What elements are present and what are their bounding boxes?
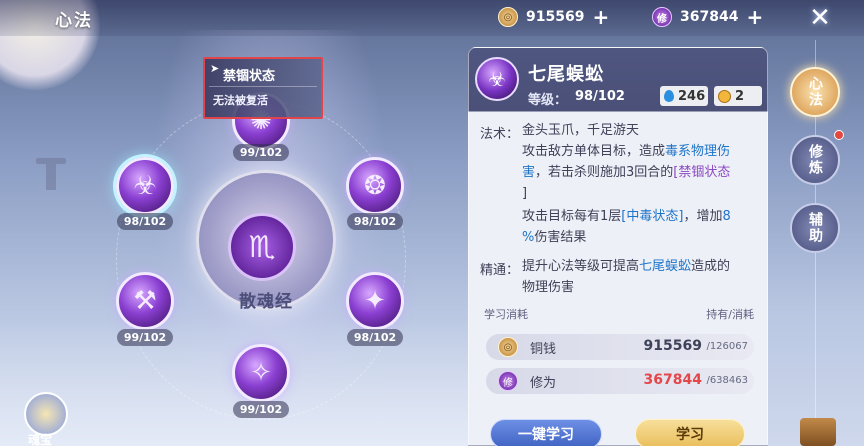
clock-icon bbox=[718, 89, 731, 103]
text-span: 攻击目标每有1层 bbox=[522, 209, 622, 224]
coin-currency: ◎ 915569 + bbox=[498, 6, 609, 28]
demon-icon: ✦ bbox=[364, 286, 386, 316]
fashu-line-3: 害，若击杀则施加3回合的[禁锢状态 bbox=[522, 162, 730, 183]
scroll-icon[interactable] bbox=[800, 418, 836, 446]
skill-node-level: 98/102 bbox=[117, 213, 173, 230]
text-span-highlight: [禁锢状态 bbox=[673, 165, 731, 180]
cost-name: 修为 bbox=[530, 376, 557, 391]
close-button[interactable]: ✕ bbox=[806, 3, 834, 33]
cost-row-coin: ◎ 铜钱 915569 /126067 bbox=[486, 334, 754, 360]
text-span-highlight: 七尾蜈蚣 bbox=[639, 259, 692, 274]
skill-node-bottom[interactable]: ✧ bbox=[232, 344, 290, 402]
core-skill-name: 散魂经 bbox=[239, 292, 293, 312]
skill-node-level: 99/102 bbox=[117, 329, 173, 346]
centipede-skill-icon: ☣ bbox=[475, 57, 519, 101]
add-coin-button[interactable]: + bbox=[592, 7, 609, 27]
pagoda-decoration bbox=[36, 150, 66, 190]
mantis-icon: ✧ bbox=[250, 358, 272, 388]
tooltip-title: 禁锢状态 bbox=[223, 69, 276, 84]
cost-have: 367844 bbox=[643, 372, 702, 388]
cost-header-left: 学习消耗 bbox=[484, 308, 528, 321]
arrow-icon: ➤ bbox=[210, 62, 220, 75]
water-stat: 246 bbox=[660, 86, 708, 106]
text-span: 伤害结果 bbox=[534, 230, 587, 245]
text-span: ，增加 bbox=[683, 209, 723, 224]
fashu-line-5: 攻击目标每有1层[中毒状态]，增加8 bbox=[522, 206, 731, 227]
xiu-badge-icon: 修 bbox=[652, 7, 672, 27]
skill-node-lower-left[interactable]: ⚒ bbox=[116, 272, 174, 330]
skill-node-level: 99/102 bbox=[233, 401, 289, 418]
jingtong-line-2: 物理伤害 bbox=[522, 280, 575, 295]
cost-need: /126067 bbox=[706, 341, 748, 352]
text-span-highlight: 害 bbox=[522, 165, 536, 180]
fashu-line-2: 攻击敌方单体目标，造成毒系物理伤 bbox=[522, 141, 730, 162]
cost-need: /638463 bbox=[706, 375, 748, 386]
skill-level-label: 等级： bbox=[528, 93, 568, 108]
copper-coin-icon: ◎ bbox=[498, 7, 518, 27]
fashu-line-6: %伤害结果 bbox=[522, 227, 586, 248]
tab-fuzhu[interactable]: 辅助 bbox=[790, 203, 840, 253]
text-span: ，若击杀则施加3回合的 bbox=[535, 165, 674, 180]
close-icon: ✕ bbox=[809, 3, 831, 33]
notification-dot bbox=[834, 130, 844, 140]
vortex-icon: ❂ bbox=[364, 171, 386, 201]
jingtong-line-1: 提升心法等级可提高七尾蜈蚣造成的 bbox=[522, 256, 730, 277]
fashu-line-1: 金头玉爪，千足游天 bbox=[522, 123, 640, 138]
text-span-highlight: [中毒状态] bbox=[621, 209, 684, 224]
axe-icon: ⚒ bbox=[133, 286, 157, 316]
text-span: 攻击敌方单体目标，造成 bbox=[522, 144, 666, 159]
tooltip-desc: 无法被复活 bbox=[213, 94, 268, 107]
text-span-highlight: 毒系物理伤 bbox=[665, 144, 731, 159]
water-drop-icon bbox=[664, 90, 674, 102]
cost-header-right: 持有/消耗 bbox=[706, 308, 754, 321]
text-span: 造成的 bbox=[691, 259, 731, 274]
skill-node-upper-left[interactable]: ☣ bbox=[116, 157, 174, 215]
skill-node-level: 98/102 bbox=[347, 213, 403, 230]
xiu-currency: 修 367844 + bbox=[652, 6, 763, 28]
treasure-icon[interactable] bbox=[24, 392, 68, 436]
skill-name: 七尾蜈蚣 bbox=[528, 64, 604, 85]
skill-node-upper-right[interactable]: ❂ bbox=[346, 157, 404, 215]
treasure-label: 魂宝 bbox=[28, 433, 53, 446]
water-stat-value: 246 bbox=[678, 88, 706, 104]
tooltip-divider bbox=[209, 86, 317, 87]
scorpion-icon[interactable]: ♏ bbox=[228, 213, 296, 281]
add-xiu-button[interactable]: + bbox=[746, 7, 763, 27]
centipede-icon: ☣ bbox=[133, 171, 157, 201]
learn-button[interactable]: 学习 bbox=[635, 419, 745, 446]
skill-node-level: 99/102 bbox=[233, 144, 289, 161]
text-span: 提升心法等级可提高 bbox=[522, 259, 640, 274]
fashu-label: 法术： bbox=[480, 127, 520, 142]
copper-coin-icon: ◎ bbox=[498, 337, 518, 357]
xiu-amount: 367844 bbox=[680, 9, 739, 25]
cost-row-xiu: 修 修为 367844 /638463 bbox=[486, 368, 754, 394]
tab-xiulian[interactable]: 修炼 bbox=[790, 135, 840, 185]
cost-have: 915569 bbox=[643, 338, 702, 354]
page-title: 心法 bbox=[55, 11, 93, 31]
skill-level-value: 98/102 bbox=[575, 89, 625, 104]
text-span-highlight: 8 bbox=[722, 209, 731, 224]
coin-amount: 915569 bbox=[526, 9, 585, 25]
xiu-badge-icon: 修 bbox=[498, 371, 518, 391]
cost-name: 铜钱 bbox=[530, 342, 557, 357]
tab-xinfa[interactable]: 心法 bbox=[790, 67, 840, 117]
skill-node-level: 98/102 bbox=[347, 329, 403, 346]
fashu-line-4: ] bbox=[522, 186, 528, 201]
skill-node-lower-right[interactable]: ✦ bbox=[346, 272, 404, 330]
status-tooltip: ➤ 禁锢状态 无法被复活 bbox=[203, 57, 323, 119]
one-key-learn-button[interactable]: 一键学习 bbox=[490, 419, 602, 446]
jingtong-label: 精通： bbox=[480, 263, 520, 278]
time-stat: 2 bbox=[714, 86, 762, 106]
text-span-highlight: % bbox=[522, 230, 535, 245]
time-stat-value: 2 bbox=[735, 88, 745, 104]
cost-header: 学习消耗 持有/消耗 bbox=[476, 304, 760, 322]
